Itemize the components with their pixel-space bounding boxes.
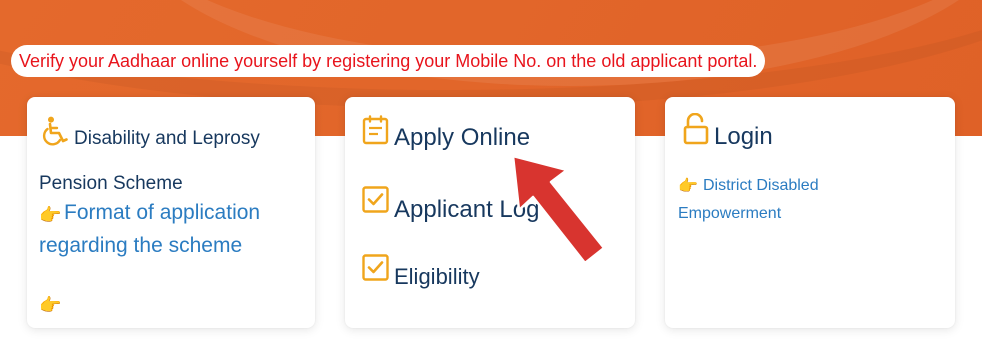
login-title[interactable]: Login xyxy=(714,123,773,151)
eligibility-link[interactable]: Eligibility xyxy=(394,264,480,290)
application-format-link[interactable]: Format of application xyxy=(64,201,260,225)
aadhaar-notice-text[interactable]: Verify your Aadhaar online yourself by r… xyxy=(19,51,757,72)
aadhaar-notice[interactable]: Verify your Aadhaar online yourself by r… xyxy=(11,45,766,77)
district-disabled-link[interactable]: District Disabled xyxy=(703,177,819,195)
checkbox-icon xyxy=(362,186,389,213)
unlock-icon xyxy=(683,113,709,145)
pointing-hand-icon: 👉 xyxy=(39,295,62,315)
disability-pension-card: Disability and Leprosy Pension Scheme 👉 … xyxy=(27,97,315,328)
card-title: Disability and Leprosy xyxy=(74,128,260,149)
application-card: Apply Online Applicant Log Eligibility xyxy=(345,97,635,328)
card-subtitle: Pension Scheme xyxy=(39,173,183,194)
red-arrow-annotation xyxy=(511,154,606,265)
login-card: Login 👉 District Disabled Empowerment xyxy=(665,97,955,328)
pointing-hand-icon: 👉 xyxy=(678,178,698,195)
application-format-link[interactable]: regarding the scheme xyxy=(39,234,242,258)
pointing-hand-icon: 👉 xyxy=(39,205,62,225)
apply-online-link[interactable]: Apply Online xyxy=(394,124,530,152)
form-icon xyxy=(362,115,389,145)
checkbox-icon xyxy=(362,254,389,281)
district-disabled-link[interactable]: Empowerment xyxy=(678,205,781,223)
wheelchair-icon xyxy=(42,116,68,146)
